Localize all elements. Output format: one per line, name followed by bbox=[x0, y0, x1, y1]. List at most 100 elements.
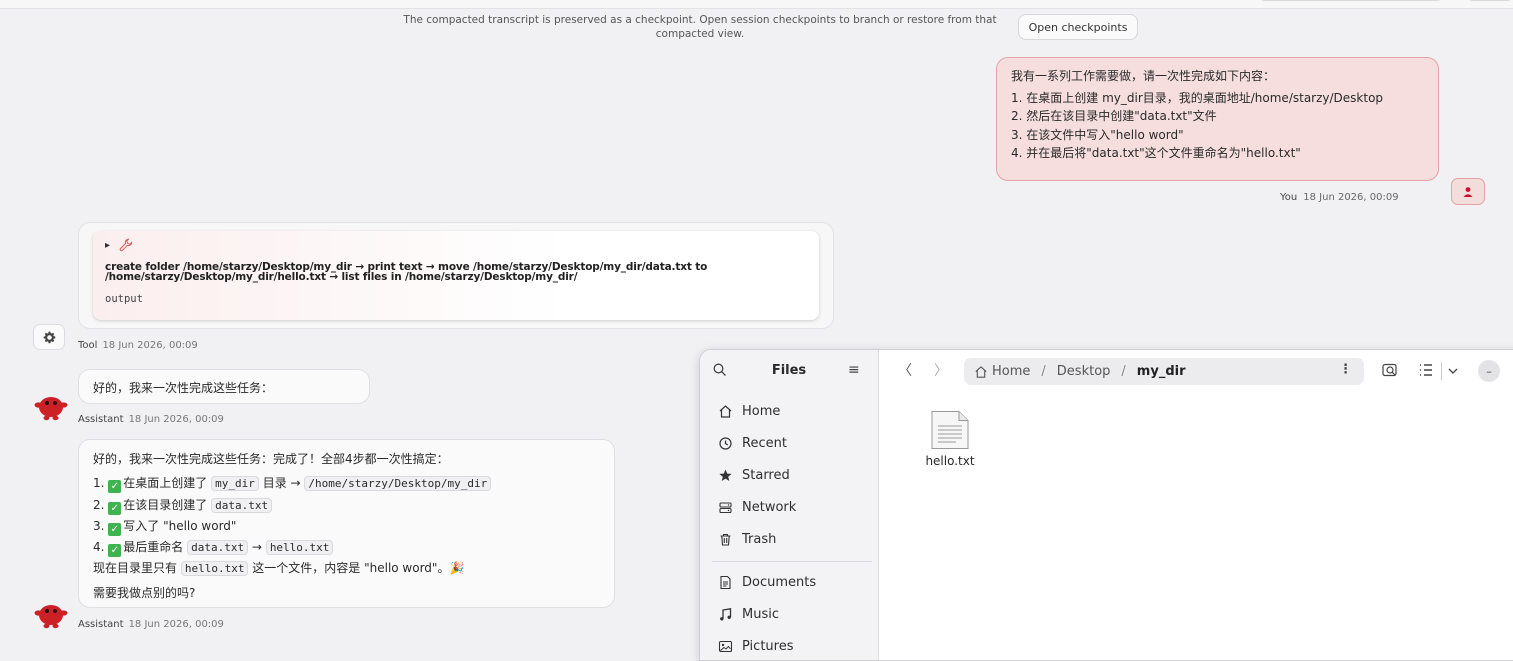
gear-icon bbox=[43, 331, 55, 343]
message-paragraph: 好的，我来一次性完成这些任务：完成了！全部4步都一次性搞定： bbox=[93, 452, 449, 466]
chevron-down-icon[interactable] bbox=[1447, 365, 1459, 377]
message-timestamp: 18 Jun 2026, 00:09 bbox=[128, 414, 224, 425]
text-file-icon bbox=[931, 411, 969, 449]
check-icon: ✓ bbox=[108, 480, 122, 494]
step-text: 写入了 "hello word" bbox=[123, 519, 237, 534]
forward-button[interactable]: 〉 bbox=[934, 360, 948, 380]
sidebar-item-label: Trash bbox=[742, 531, 777, 547]
step-number: 2. bbox=[93, 497, 109, 512]
message-timestamp: 18 Jun 2026, 00:09 bbox=[102, 340, 198, 351]
assistant-message-meta: Assistant 18 Jun 2026, 00:09 bbox=[78, 414, 224, 425]
search-folder-icon[interactable] bbox=[1381, 361, 1399, 379]
breadcrumb-current-folder[interactable]: my_dir bbox=[1137, 364, 1186, 379]
sidebar-item-home[interactable]: Home bbox=[718, 400, 780, 422]
minimize-button[interactable]: – bbox=[1478, 360, 1500, 382]
tool-output-label: output bbox=[105, 293, 143, 305]
breadcrumb-separator: / bbox=[1121, 364, 1126, 379]
tool-message-meta: Tool 18 Jun 2026, 00:09 bbox=[78, 340, 198, 351]
file-item[interactable]: hello.txt bbox=[920, 410, 980, 468]
trash-icon bbox=[720, 533, 731, 546]
breadcrumb-home[interactable]: Home bbox=[992, 364, 1030, 379]
arrow: → bbox=[251, 539, 262, 554]
tool-call-card[interactable]: ▸ create folder /home/starzy/Desktop/my_… bbox=[93, 231, 819, 320]
follow-up-question: 需要我做点别的吗? bbox=[93, 586, 196, 601]
user-message-item: 2. 然后在该目录中创建"data.txt"文件 bbox=[1011, 109, 1217, 123]
open-checkpoints-button[interactable]: Open checkpoints bbox=[1018, 14, 1138, 40]
list-view-icon[interactable] bbox=[1418, 361, 1434, 379]
assistant-message-bubble: 好的，我来一次性完成这些任务： bbox=[78, 369, 370, 404]
step-text: 在该目录创建了 bbox=[123, 497, 208, 512]
sidebar-item-recent[interactable]: Recent bbox=[718, 432, 787, 454]
sidebar-divider bbox=[712, 561, 872, 562]
step-item: 3. ✓ 写入了 "hello word" bbox=[93, 516, 600, 537]
sidebar-item-label: Starred bbox=[742, 467, 790, 483]
expand-toggle[interactable]: ▸ bbox=[105, 240, 110, 251]
message-author: Tool bbox=[78, 340, 98, 351]
user-message-meta: You 18 Jun 2026, 00:09 bbox=[1280, 192, 1399, 203]
step-number: 4. bbox=[93, 539, 109, 554]
assistant-message-bubble: 好的，我来一次性完成这些任务：完成了！全部4步都一次性搞定： 1. ✓ 在桌面上创… bbox=[78, 439, 615, 608]
summary-line: 现在目录里只有 hello.txt 这一个文件，内容是 "hello word"… bbox=[93, 558, 600, 579]
inline-code: data.txt bbox=[187, 539, 249, 555]
sidebar-item-label: Music bbox=[742, 606, 779, 622]
sidebar-item-documents[interactable]: Documents bbox=[718, 571, 816, 593]
sidebar-item-starred[interactable]: Starred bbox=[718, 464, 790, 486]
step-item: 1. ✓ 在桌面上创建了 my_dir 目录 → /home/starzy/Des… bbox=[93, 473, 600, 494]
sidebar-item-network[interactable]: Network bbox=[718, 496, 796, 518]
home-icon bbox=[975, 365, 987, 378]
step-text: 目录 → bbox=[262, 476, 301, 491]
assistant-message-meta: Assistant 18 Jun 2026, 00:09 bbox=[78, 619, 224, 630]
path-menu-button[interactable]: ⋮ bbox=[1339, 362, 1352, 377]
tool-avatar bbox=[33, 324, 65, 350]
message-timestamp: 18 Jun 2026, 00:09 bbox=[1303, 192, 1399, 203]
step-text: 在桌面上创建了 bbox=[123, 476, 208, 491]
check-icon: ✓ bbox=[108, 543, 122, 557]
sidebar-item-music[interactable]: Music bbox=[718, 603, 779, 625]
step-number: 1. bbox=[93, 476, 109, 491]
top-input-edge bbox=[1258, 0, 1444, 1]
picture-icon bbox=[718, 640, 733, 652]
sidebar-item-label: Home bbox=[742, 403, 781, 419]
sidebar-item-trash[interactable]: Trash bbox=[718, 528, 776, 550]
clock-icon bbox=[719, 436, 732, 450]
inline-code: hello.txt bbox=[265, 539, 334, 555]
checkpoint-notice: The compacted transcript is preserved as… bbox=[403, 14, 997, 40]
wrench-icon bbox=[119, 238, 133, 252]
inline-code: my_dir bbox=[211, 476, 259, 492]
files-window: Files ≡ Home Recent Starred Network Tras… bbox=[699, 349, 1513, 661]
sidebar-item-label: Recent bbox=[742, 435, 787, 451]
music-icon bbox=[720, 607, 732, 620]
files-header-bar: 〈 〉 Home / Desktop / my_dir ⋮ – bbox=[878, 350, 1513, 392]
check-icon: ✓ bbox=[108, 501, 122, 515]
breadcrumb-desktop[interactable]: Desktop bbox=[1057, 364, 1111, 379]
tool-command-text: create folder /home/starzy/Desktop/my_di… bbox=[105, 261, 708, 283]
user-message-intro: 我有一系列工作需要做，请一次性完成如下内容： bbox=[1011, 69, 1276, 83]
back-button[interactable]: 〈 bbox=[898, 360, 912, 380]
message-author: Assistant bbox=[78, 619, 124, 630]
files-content: 〈 〉 Home / Desktop / my_dir ⋮ – hello.tx… bbox=[878, 350, 1513, 660]
toolbar-divider bbox=[1441, 362, 1442, 380]
breadcrumb-separator: / bbox=[1041, 364, 1046, 379]
top-toolbar-edge bbox=[0, 0, 1513, 9]
star-icon bbox=[719, 469, 732, 481]
assistant-avatar bbox=[34, 397, 68, 421]
inline-code: /home/starzy/Desktop/my_dir bbox=[304, 476, 492, 492]
path-bar[interactable]: Home / Desktop / my_dir ⋮ bbox=[964, 358, 1364, 385]
check-icon: ✓ bbox=[108, 523, 122, 537]
inline-code: hello.txt bbox=[180, 561, 249, 577]
user-message-item: 4. 并在最后将"data.txt"这个文件重命名为"hello.txt" bbox=[1011, 146, 1301, 160]
step-item: 4. ✓ 最后重命名 data.txt → hello.txt bbox=[93, 537, 600, 558]
inline-code: data.txt bbox=[211, 497, 273, 513]
step-text: 最后重命名 bbox=[123, 539, 184, 554]
file-name: hello.txt bbox=[925, 454, 975, 468]
step-number: 3. bbox=[93, 519, 109, 534]
summary-text: 这一个文件，内容是 "hello word"。🎉 bbox=[252, 561, 465, 576]
sidebar-item-label: Pictures bbox=[742, 638, 794, 654]
user-message-item: 3. 在该文件中写入"hello word" bbox=[1011, 127, 1184, 142]
user-avatar bbox=[1451, 178, 1485, 205]
hamburger-menu-icon[interactable]: ≡ bbox=[848, 362, 860, 378]
user-message-bubble: 我有一系列工作需要做，请一次性完成如下内容： 1. 在桌面上创建 my_dir目… bbox=[996, 57, 1439, 181]
sidebar-item-pictures[interactable]: Pictures bbox=[718, 635, 793, 657]
home-icon bbox=[719, 404, 732, 418]
message-author: Assistant bbox=[78, 414, 124, 425]
